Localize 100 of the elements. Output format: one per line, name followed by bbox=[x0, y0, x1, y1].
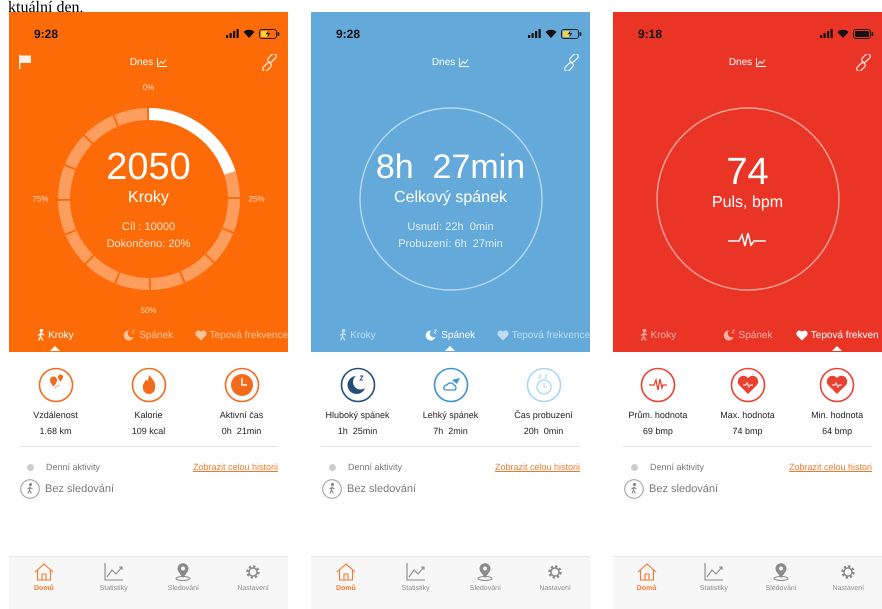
stat-value: 0h 21min bbox=[222, 426, 262, 436]
flame-icon bbox=[130, 367, 166, 403]
moon-icon bbox=[123, 329, 136, 341]
timeline-dot bbox=[631, 464, 638, 470]
stat-label: Čas probuzení bbox=[514, 410, 573, 420]
link-icon[interactable] bbox=[562, 54, 580, 70]
chart-icon bbox=[704, 563, 724, 581]
map-pins-icon bbox=[38, 367, 74, 403]
walking-person-icon bbox=[322, 479, 342, 499]
ring-tick-label: 25% bbox=[248, 194, 265, 204]
category-tab[interactable]: Spánek bbox=[702, 319, 792, 351]
dial-label: Puls, bpm bbox=[712, 194, 784, 212]
dial-detail: Probuzení: 6h 27min bbox=[398, 237, 503, 252]
stat-value: 1h 25min bbox=[338, 426, 378, 436]
dial-value: 8h 27min bbox=[376, 147, 526, 188]
home-icon bbox=[34, 563, 54, 581]
ring-tick-label: 0% bbox=[142, 83, 154, 92]
wifi-icon bbox=[243, 29, 255, 38]
heart-icon bbox=[194, 330, 207, 340]
timeline-dot bbox=[329, 464, 336, 470]
dial-detail: Dokončeno: 20% bbox=[106, 237, 190, 252]
link-icon[interactable] bbox=[260, 54, 278, 70]
stat-value: 64 bmp bbox=[822, 426, 852, 436]
moon-icon bbox=[722, 329, 736, 341]
stat-label: Aktivní čas bbox=[220, 410, 264, 420]
signal-icon bbox=[820, 29, 833, 38]
signal-icon bbox=[528, 29, 541, 38]
ring-tick-label: 50% bbox=[140, 306, 156, 315]
category-tab[interactable]: Tepová frekven bbox=[792, 319, 882, 351]
flag-icon[interactable] bbox=[19, 55, 31, 69]
gear-icon bbox=[839, 563, 858, 581]
history-link[interactable]: Zobrazit celou histori bbox=[788, 462, 872, 472]
date-label[interactable]: Dnes bbox=[728, 56, 752, 68]
stat-label: Prům. hodnota bbox=[628, 410, 688, 420]
moon-icon bbox=[340, 367, 376, 403]
stat-value: 69 bmp bbox=[642, 426, 673, 436]
stat-label: Min. hodnota bbox=[811, 410, 864, 420]
walking-person-icon bbox=[640, 329, 648, 341]
timeline-dot bbox=[27, 464, 34, 470]
cloud-moon-icon bbox=[432, 367, 468, 403]
category-tab[interactable]: Kroky bbox=[613, 319, 703, 351]
home-icon bbox=[636, 563, 657, 581]
moon-icon bbox=[425, 329, 438, 341]
dial-detail: Usnutí: 22h 0min bbox=[407, 220, 494, 235]
heart-icon bbox=[796, 330, 808, 340]
walking-person-icon bbox=[20, 479, 40, 499]
walking-person-icon bbox=[37, 329, 46, 341]
pulse-icon bbox=[728, 232, 766, 248]
chart-icon[interactable] bbox=[157, 58, 168, 66]
timeline-title: Denní aktivity bbox=[348, 462, 404, 472]
stat-label: Max. hodnota bbox=[720, 410, 775, 420]
status-time: 9:28 bbox=[34, 26, 58, 40]
stat-value: 109 kcal bbox=[132, 426, 166, 436]
timeline-title: Denní aktivity bbox=[46, 462, 102, 472]
walking-person-icon bbox=[624, 479, 644, 499]
heart-icon bbox=[496, 330, 509, 340]
ring-tick-label: 75% bbox=[32, 194, 48, 204]
map-pin-icon bbox=[771, 563, 792, 581]
date-label[interactable]: Dnes bbox=[432, 56, 456, 68]
category-tab[interactable]: Kroky bbox=[311, 319, 404, 351]
stat-label: Lehký spánek bbox=[422, 410, 478, 420]
chart-icon[interactable] bbox=[756, 58, 766, 66]
wifi-icon bbox=[545, 29, 557, 38]
dial-detail: Cíl : 10000 bbox=[122, 220, 176, 235]
timeline-title: Denní aktivity bbox=[650, 462, 706, 472]
tracking-status: Bez sledování bbox=[649, 483, 718, 495]
walking-person-icon bbox=[339, 329, 348, 341]
dial-label: Celkový spánek bbox=[394, 189, 507, 207]
history-link[interactable]: Zobrazit celou historii bbox=[192, 462, 278, 472]
chart-icon bbox=[104, 563, 124, 581]
home-icon bbox=[336, 563, 356, 581]
category-tab[interactable]: Kroky bbox=[9, 319, 102, 351]
category-tab[interactable]: Tepová frekvence bbox=[496, 319, 590, 351]
chart-icon[interactable] bbox=[459, 58, 470, 66]
stat-value: 74 bmp bbox=[732, 426, 763, 436]
map-pin-icon bbox=[173, 563, 194, 581]
history-link[interactable]: Zobrazit celou historii bbox=[494, 462, 580, 472]
category-tab[interactable]: Spánek bbox=[102, 319, 195, 351]
category-tab[interactable]: Tepová frekvence bbox=[194, 319, 288, 351]
status-time: 9:18 bbox=[638, 26, 662, 40]
clock-icon bbox=[224, 367, 260, 403]
wifi-icon bbox=[837, 29, 849, 38]
dial-label: Kroky bbox=[128, 189, 169, 207]
stat-value: 20h 0min bbox=[524, 426, 564, 436]
gear-icon bbox=[244, 563, 262, 581]
status-time: 9:28 bbox=[336, 26, 360, 40]
date-label[interactable]: Dnes bbox=[130, 56, 154, 68]
map-pin-icon bbox=[475, 563, 496, 581]
category-tab[interactable]: Spánek bbox=[404, 319, 497, 351]
link-icon[interactable] bbox=[854, 54, 872, 70]
chart-icon bbox=[406, 563, 426, 581]
alarm-clock-icon bbox=[526, 367, 562, 403]
stat-label: Kalorie bbox=[134, 410, 162, 420]
tracking-status: Bez sledování bbox=[45, 483, 114, 495]
stat-label: Hluboký spánek bbox=[325, 410, 390, 420]
stat-value: 7h 2min bbox=[433, 426, 468, 436]
stat-value: 1.68 km bbox=[39, 426, 72, 436]
tracking-status: Bez sledování bbox=[347, 483, 416, 495]
stat-label: Vzdálenost bbox=[33, 410, 78, 420]
caption-text: ktuální den. bbox=[7, 0, 85, 16]
